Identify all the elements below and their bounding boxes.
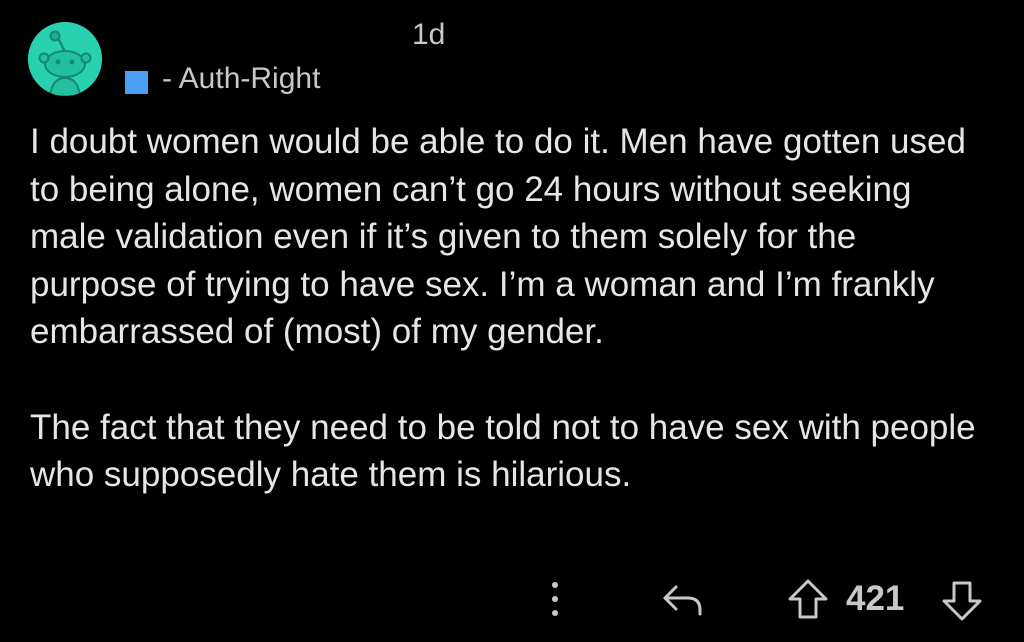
comment-body: I doubt women would be able to do it. Me… xyxy=(30,118,990,499)
flair-color-square xyxy=(125,70,148,94)
vote-score: 421 xyxy=(846,579,905,618)
downvote-button[interactable] xyxy=(940,579,984,623)
flair-label: - Auth-Right xyxy=(162,62,321,95)
comment: 1d - Auth-Right I doubt women would be a… xyxy=(0,0,1024,642)
avatar[interactable] xyxy=(28,22,102,96)
reply-icon xyxy=(663,585,702,616)
comment-actions-bar: 421 xyxy=(0,575,1024,625)
user-flair: - Auth-Right xyxy=(125,62,320,96)
more-options-button[interactable] xyxy=(543,579,567,619)
comment-timestamp: 1d xyxy=(412,18,446,51)
upvote-icon xyxy=(788,579,828,619)
upvote-button[interactable] xyxy=(786,577,830,621)
comment-paragraph-1: I doubt women would be able to do it. Me… xyxy=(30,122,966,351)
more-vertical-icon xyxy=(552,582,558,616)
snoo-avatar-icon xyxy=(28,22,102,96)
comment-paragraph-2: The fact that they need to be told not t… xyxy=(30,407,976,495)
downvote-icon xyxy=(942,581,982,621)
reply-button[interactable] xyxy=(660,581,706,619)
